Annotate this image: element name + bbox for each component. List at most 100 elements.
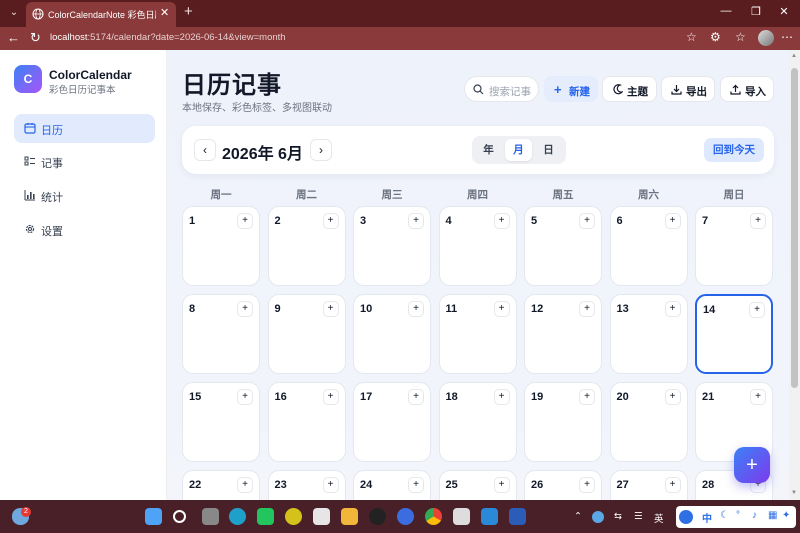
- import-button[interactable]: 导入: [720, 76, 774, 102]
- url-field[interactable]: localhost:5174/calendar?date=2026-06-14&…: [50, 32, 286, 43]
- view-year[interactable]: 年: [475, 139, 502, 161]
- sidebar-item-stats[interactable]: 统计: [14, 181, 155, 210]
- day-cell[interactable]: 23 +: [267, 470, 346, 500]
- app-icon-blue[interactable]: [397, 508, 414, 525]
- day-cell[interactable]: 11 +: [438, 294, 517, 374]
- day-cell[interactable]: 5 +: [524, 206, 602, 286]
- today-button[interactable]: 回到今天: [704, 138, 764, 162]
- day-cell[interactable]: 14 +: [695, 294, 773, 374]
- day-cell[interactable]: 20 +: [609, 382, 688, 462]
- extensions-icon[interactable]: ⚙: [710, 30, 721, 44]
- add-note-day-button[interactable]: +: [750, 389, 766, 405]
- add-note-day-button[interactable]: +: [408, 301, 424, 317]
- settings-tray-icon[interactable]: ⇆: [614, 511, 622, 522]
- day-cell[interactable]: 24 +: [353, 470, 431, 500]
- tab-menu-icon[interactable]: ⌄: [4, 4, 24, 22]
- sidebar-item-notes[interactable]: 记事: [14, 147, 155, 176]
- add-note-day-button[interactable]: +: [322, 477, 339, 493]
- add-note-day-button[interactable]: +: [322, 389, 339, 405]
- add-note-day-button[interactable]: +: [408, 213, 424, 229]
- keyboard-icon[interactable]: ▦: [768, 510, 777, 521]
- day-cell[interactable]: 12 +: [524, 294, 602, 374]
- add-note-day-button[interactable]: +: [579, 389, 595, 405]
- tab-close-icon[interactable]: ✕: [160, 6, 169, 19]
- add-note-day-button[interactable]: +: [493, 301, 510, 317]
- scrollbar-thumb[interactable]: [791, 68, 798, 388]
- theme-button[interactable]: 主题: [602, 76, 657, 102]
- add-note-day-button[interactable]: +: [237, 213, 253, 229]
- punctuation-icon[interactable]: °: [736, 510, 740, 521]
- add-note-fab[interactable]: +: [734, 447, 770, 483]
- export-button[interactable]: 导出: [661, 76, 715, 102]
- maximize-icon[interactable]: ❐: [746, 5, 766, 18]
- add-note-day-button[interactable]: +: [237, 477, 253, 493]
- add-note-day-button[interactable]: +: [664, 389, 681, 405]
- day-cell[interactable]: 26 +: [524, 470, 602, 500]
- favorites-icon[interactable]: ☆: [735, 30, 746, 44]
- day-cell[interactable]: 4 +: [438, 206, 517, 286]
- close-icon[interactable]: ✕: [774, 5, 794, 18]
- add-note-day-button[interactable]: +: [664, 477, 681, 493]
- wechat-icon[interactable]: [257, 508, 274, 525]
- view-month[interactable]: 月: [505, 139, 532, 161]
- ime-logo-icon[interactable]: [679, 510, 693, 524]
- app-icon-white[interactable]: [313, 508, 330, 525]
- add-note-day-button[interactable]: +: [493, 477, 510, 493]
- day-cell[interactable]: 2 +: [267, 206, 346, 286]
- add-note-day-button[interactable]: +: [493, 213, 510, 229]
- sidebar-item-calendar[interactable]: 日历: [14, 114, 155, 143]
- add-note-day-button[interactable]: +: [749, 302, 765, 318]
- day-cell[interactable]: 13 +: [609, 294, 688, 374]
- add-note-day-button[interactable]: +: [664, 301, 681, 317]
- mic-icon[interactable]: ♪: [752, 510, 757, 521]
- day-cell[interactable]: 1 +: [182, 206, 260, 286]
- moon-ime-icon[interactable]: ☾: [720, 510, 729, 521]
- app-icon-grey[interactable]: [453, 508, 470, 525]
- add-note-day-button[interactable]: +: [322, 213, 339, 229]
- edge-icon[interactable]: [229, 508, 246, 525]
- day-cell[interactable]: 25 +: [438, 470, 517, 500]
- add-note-day-button[interactable]: +: [579, 301, 595, 317]
- new-note-button[interactable]: + 新建: [544, 76, 598, 102]
- add-note-day-button[interactable]: +: [408, 389, 424, 405]
- reload-icon[interactable]: ↻: [30, 30, 41, 46]
- day-cell[interactable]: 15 +: [182, 382, 260, 462]
- lang-en-indicator[interactable]: 英: [654, 511, 664, 525]
- skin-icon[interactable]: ✦: [782, 510, 790, 521]
- day-cell[interactable]: 3 +: [353, 206, 431, 286]
- browser-tab[interactable]: ColorCalendarNote 彩色日历记事 ✕: [26, 2, 176, 27]
- page-scrollbar[interactable]: ▲ ▼: [789, 50, 800, 500]
- scroll-up-icon[interactable]: ▲: [791, 53, 797, 59]
- search-input[interactable]: 搜索记事: [464, 76, 539, 102]
- day-cell[interactable]: 8 +: [182, 294, 260, 374]
- day-cell[interactable]: 6 +: [609, 206, 688, 286]
- add-note-day-button[interactable]: +: [493, 389, 510, 405]
- back-icon[interactable]: ←: [7, 30, 20, 45]
- day-cell[interactable]: 7 +: [695, 206, 773, 286]
- start-icon[interactable]: [145, 508, 162, 525]
- scroll-down-icon[interactable]: ▼: [791, 490, 797, 496]
- chrome-icon[interactable]: [425, 508, 442, 525]
- qq-icon[interactable]: [369, 508, 386, 525]
- task-view-icon[interactable]: [202, 508, 219, 525]
- prev-month-button[interactable]: ‹: [194, 139, 216, 161]
- day-cell[interactable]: 16 +: [267, 382, 346, 462]
- add-note-day-button[interactable]: +: [664, 213, 681, 229]
- file-explorer-icon[interactable]: [341, 508, 358, 525]
- cloud-icon[interactable]: [592, 511, 604, 523]
- app-icon-yellow[interactable]: [285, 508, 302, 525]
- lang-cn-indicator[interactable]: 中: [702, 510, 712, 525]
- day-cell[interactable]: 19 +: [524, 382, 602, 462]
- word-icon[interactable]: [509, 508, 526, 525]
- more-icon[interactable]: ⋯: [781, 30, 793, 44]
- search-taskbar-icon[interactable]: [173, 510, 186, 523]
- day-cell[interactable]: 17 +: [353, 382, 431, 462]
- add-note-day-button[interactable]: +: [579, 477, 595, 493]
- add-note-day-button[interactable]: +: [237, 301, 253, 317]
- day-cell[interactable]: 22 +: [182, 470, 260, 500]
- add-note-day-button[interactable]: +: [237, 389, 253, 405]
- chevron-up-icon[interactable]: ⌃: [574, 511, 582, 522]
- sidebar-item-settings[interactable]: 设置: [14, 215, 155, 244]
- day-cell[interactable]: 9 +: [267, 294, 346, 374]
- add-note-day-button[interactable]: +: [579, 213, 595, 229]
